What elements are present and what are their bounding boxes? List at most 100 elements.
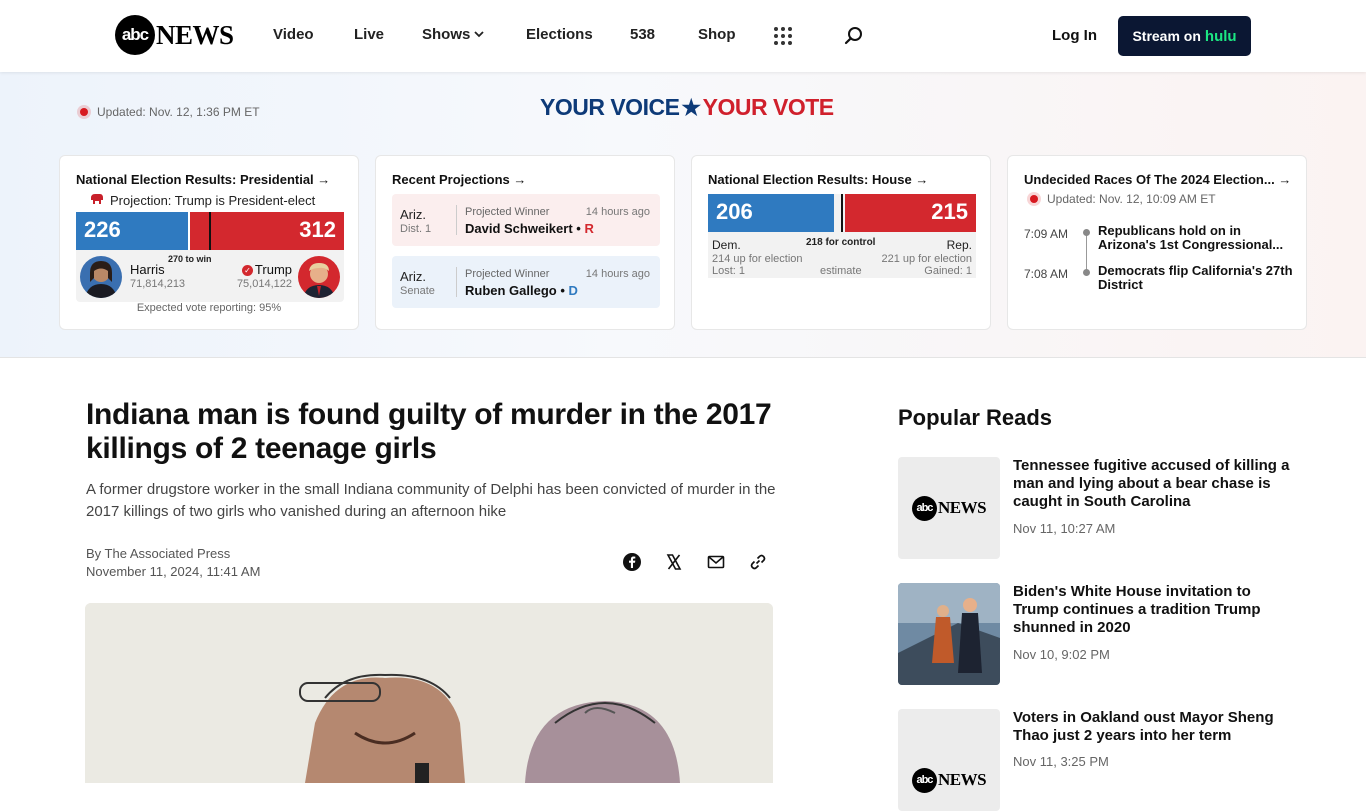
republican-elephant-icon (90, 193, 104, 208)
election-updated-text: Updated: Nov. 12, 1:36 PM ET (97, 105, 260, 119)
popular-read-thumbnail[interactable] (898, 583, 1000, 685)
rep-label: Rep. (946, 238, 972, 252)
dem-label: Dem. (712, 238, 741, 252)
projection-item[interactable]: Ariz. Dist. 1 Projected Winner 14 hours … (392, 194, 660, 246)
projection-winner: Ruben Gallego • D (465, 283, 578, 298)
undecided-updated: Updated: Nov. 12, 10:09 AM ET (1030, 192, 1216, 206)
popular-read-thumbnail[interactable]: abc NEWS (898, 457, 1000, 559)
house-card-title[interactable]: National Election Results: House → (708, 172, 928, 187)
projection-state: Ariz. (400, 269, 426, 284)
estimate-label: estimate (820, 265, 862, 277)
winner-check-icon: ✓ (241, 265, 253, 276)
top-navigation: abc NEWS Video Live Shows Elections 538 … (0, 0, 1366, 72)
timeline-item[interactable]: Democrats flip California's 27th Distric… (1098, 264, 1298, 292)
popular-read-headline[interactable]: Biden's White House invitation to Trump … (1013, 583, 1293, 637)
popular-read-thumbnail[interactable]: abc NEWS (898, 709, 1000, 811)
projection-race: Senate (400, 285, 435, 297)
projection-label: Projected Winner (465, 268, 550, 280)
popular-read-date: Nov 10, 9:02 PM (1013, 647, 1110, 662)
rep-seat-count: 215 (931, 199, 968, 224)
nav-shows-label: Shows (422, 26, 471, 43)
link-icon[interactable] (748, 552, 768, 572)
recent-projections-card[interactable]: Recent Projections → Ariz. Dist. 1 Proje… (375, 155, 675, 330)
byline-date: November 11, 2024, 11:41 AM (86, 564, 261, 579)
popular-read-headline[interactable]: Voters in Oakland oust Mayor Sheng Thao … (1013, 709, 1293, 745)
projection-state: Ariz. (400, 207, 426, 222)
abc-news-logo-thumb: abc NEWS (911, 495, 987, 521)
house-details: Dem. 218 for control Rep. 214 up for ele… (708, 232, 976, 278)
abc-logo-ball: abc (115, 15, 155, 55)
projection-time: 14 hours ago (585, 268, 650, 280)
timeline-time: 7:08 AM (1024, 267, 1069, 281)
popular-read-date: Nov 11, 10:27 AM (1013, 521, 1116, 536)
trump-name-wrap: ✓ Trump (241, 262, 292, 277)
house-results-card[interactable]: National Election Results: House → 206 2… (691, 155, 991, 330)
banner-left-text: YOUR VOICE (540, 94, 680, 120)
expected-vote-reporting: Expected vote reporting: 95% (136, 302, 282, 314)
projection-time: 14 hours ago (585, 206, 650, 218)
abc-news-logo[interactable]: abc NEWS (115, 15, 234, 55)
nav-shop[interactable]: Shop (698, 26, 736, 43)
election-updated: Updated: Nov. 12, 1:36 PM ET (80, 105, 260, 119)
abc-news-logo-thumb: abc NEWS (911, 767, 987, 793)
courtroom-sketch-image (85, 603, 773, 783)
popular-read-headline[interactable]: Tennessee fugitive accused of killing a … (1013, 457, 1293, 511)
article-hero-image[interactable] (85, 603, 773, 783)
projection-item[interactable]: Ariz. Senate Projected Winner 14 hours a… (392, 256, 660, 308)
projection-line: Projection: Trump is President-elect (90, 193, 315, 208)
logo-news-text: NEWS (937, 498, 987, 517)
harris-name: Harris (130, 262, 165, 277)
projection-divider (456, 205, 457, 235)
popular-read-date: Nov 11, 3:25 PM (1013, 754, 1109, 769)
undecided-card-title[interactable]: Undecided Races Of The 2024 Election... … (1024, 172, 1291, 187)
login-link[interactable]: Log In (1052, 27, 1097, 44)
your-voice-your-vote-banner[interactable]: YOUR VOICE ★ YOUR VOTE (540, 94, 834, 121)
rep-up: 221 up for election (881, 253, 972, 265)
hulu-brand: hulu (1204, 27, 1237, 45)
to-win-label: 270 to win (168, 254, 212, 264)
search-icon[interactable] (844, 26, 864, 46)
undecided-updated-text: Updated: Nov. 12, 10:09 AM ET (1047, 192, 1216, 206)
x-icon[interactable] (664, 552, 684, 572)
rep-change: Gained: 1 (924, 265, 972, 277)
timeline-item[interactable]: Republicans hold on in Arizona's 1st Con… (1098, 224, 1298, 252)
abc-logo-ball: abc (911, 495, 937, 521)
undecided-races-card[interactable]: Undecided Races Of The 2024 Election... … (1007, 155, 1307, 330)
presidential-card-title[interactable]: National Election Results: Presidential … (76, 172, 330, 187)
logo-news-text: NEWS (156, 19, 234, 50)
trump-name: Trump (254, 262, 292, 277)
stream-on-hulu-button[interactable]: Stream on hulu (1118, 16, 1251, 56)
timeline-line (1086, 232, 1087, 274)
rep-ev-count: 312 (299, 217, 336, 242)
popular-reads-title: Popular Reads (898, 405, 1053, 430)
trump-avatar (298, 256, 340, 298)
star-icon: ★ (681, 94, 701, 120)
nav-elections[interactable]: Elections (526, 26, 593, 43)
logo-news-text: NEWS (937, 770, 987, 789)
election-band: Updated: Nov. 12, 1:36 PM ET YOUR VOICE … (0, 72, 1366, 358)
control-marker (841, 194, 843, 236)
projections-card-title[interactable]: Recent Projections → (392, 172, 526, 187)
dem-seat-count: 206 (716, 199, 753, 224)
dem-up: 214 up for election (712, 253, 803, 265)
email-icon[interactable] (706, 552, 726, 572)
live-dot-icon (1030, 195, 1038, 203)
winner-party: R (584, 221, 594, 236)
arrow-right-icon: → (1278, 172, 1292, 187)
article-byline: By The Associated Press November 11, 202… (86, 545, 260, 581)
timeline-dot (1083, 269, 1090, 276)
article-dek: A former drugstore worker in the small I… (86, 481, 776, 520)
nav-shows[interactable]: Shows (422, 26, 484, 43)
apps-grid-icon[interactable] (774, 27, 792, 45)
nav-live[interactable]: Live (354, 26, 384, 43)
winner-name: David Schweikert (465, 221, 573, 236)
nav-538[interactable]: 538 (630, 26, 655, 43)
projection-text: Projection: Trump is President-elect (110, 193, 316, 208)
dem-ev-count: 226 (84, 217, 121, 242)
abc-logo-ball: abc (911, 767, 937, 793)
undecided-title-text: Undecided Races Of The 2024 Election... (1024, 172, 1275, 187)
presidential-results-card[interactable]: National Election Results: Presidential … (59, 155, 359, 330)
stream-label: Stream on (1132, 28, 1201, 44)
nav-video[interactable]: Video (273, 26, 314, 43)
facebook-icon[interactable] (622, 552, 642, 572)
